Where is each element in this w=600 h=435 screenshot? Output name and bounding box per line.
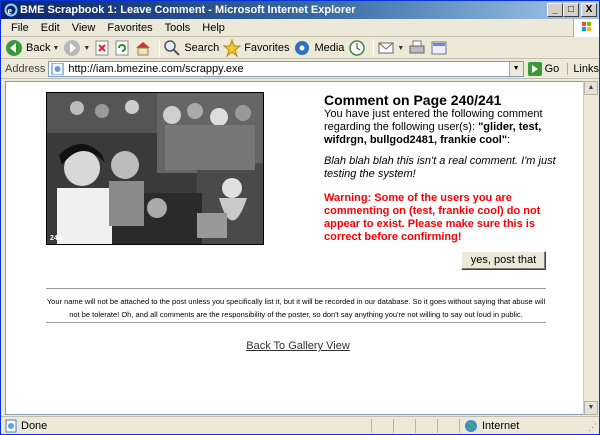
close-button[interactable]: X — [581, 3, 597, 17]
page-icon — [51, 62, 64, 75]
stop-button[interactable] — [94, 38, 110, 58]
divider-top — [46, 288, 546, 289]
toolbar-divider — [373, 39, 375, 57]
edit-page-icon — [431, 41, 447, 55]
page-icon — [5, 419, 17, 432]
page-heading: Comment on Page 240/241 — [324, 92, 502, 108]
vertical-scrollbar[interactable]: ▲ ▼ — [583, 81, 598, 415]
standard-toolbar: Back ▼ ▼ Search Favorites Media ▼ — [1, 38, 599, 59]
refresh-button[interactable] — [114, 38, 130, 58]
zone-label: Internet — [482, 419, 520, 432]
media-icon — [295, 41, 310, 55]
star-icon — [223, 39, 242, 57]
menu-favorites[interactable]: Favorites — [101, 20, 158, 36]
chevron-down-icon: ▼ — [397, 44, 405, 52]
warning-message: Warning: Some of the users you are comme… — [324, 192, 541, 243]
links-button[interactable]: Links — [567, 62, 599, 75]
favorites-label: Favorites — [244, 42, 290, 54]
media-button[interactable]: Media — [293, 38, 344, 58]
print-icon — [409, 40, 425, 54]
scroll-down-icon[interactable]: ▼ — [584, 401, 598, 415]
status-cell — [371, 418, 393, 433]
search-label: Search — [184, 42, 220, 54]
intro-colon: : — [507, 134, 511, 146]
go-button[interactable]: Go — [527, 61, 560, 76]
windows-logo-icon — [573, 19, 599, 37]
menu-tools[interactable]: Tools — [159, 20, 197, 36]
search-icon — [164, 40, 181, 56]
maximize-button[interactable]: □ — [563, 3, 579, 17]
svg-text:e: e — [8, 6, 13, 17]
photo-page-number: 240 — [50, 235, 62, 242]
print-button[interactable] — [408, 38, 426, 58]
status-cell — [393, 418, 415, 433]
photo-collage-image — [47, 93, 263, 244]
toolbar-divider — [159, 39, 161, 57]
ie-logo-icon: e — [4, 3, 18, 17]
intro-text: You have just entered the following comm… — [324, 108, 564, 147]
mail-icon — [378, 42, 394, 54]
minimize-button[interactable]: _ — [547, 3, 563, 17]
home-button[interactable] — [134, 38, 152, 58]
go-label: Go — [544, 62, 560, 75]
address-input[interactable]: http://iam.bmezine.com/scrappy.exe ▼ — [48, 60, 524, 77]
history-button[interactable] — [348, 38, 366, 58]
title-bar: e BME Scrapbook 1: Leave Comment - Micro… — [1, 1, 599, 19]
scrapbook-photo: 240 — [46, 92, 264, 245]
history-icon — [349, 40, 366, 56]
confirm-post-button[interactable]: yes, post that — [461, 251, 546, 270]
forward-button[interactable]: ▼ — [63, 38, 90, 58]
address-url: http://iam.bmezine.com/scrappy.exe — [68, 62, 244, 75]
comment-text: Blah blah blah this isn't a real comment… — [324, 155, 556, 180]
favorites-button[interactable]: Favorites — [223, 38, 289, 58]
back-button[interactable]: Back ▼ — [5, 38, 59, 58]
status-done: Done — [1, 419, 371, 433]
globe-icon — [465, 419, 477, 432]
status-bar: Done Internet ⋰ — [1, 416, 599, 434]
search-button[interactable]: Search — [163, 38, 219, 58]
edit-button[interactable] — [430, 38, 448, 58]
security-zone[interactable]: Internet — [459, 418, 520, 433]
menu-file[interactable]: File — [5, 20, 35, 36]
mail-button[interactable]: ▼ — [377, 38, 404, 58]
resize-grip-icon[interactable]: ⋰ — [588, 422, 597, 433]
menu-view[interactable]: View — [66, 20, 102, 36]
go-arrow-icon — [527, 61, 542, 76]
chevron-down-icon: ▼ — [52, 44, 60, 52]
back-arrow-icon — [6, 40, 22, 56]
browser-window: e BME Scrapbook 1: Leave Comment - Micro… — [0, 0, 600, 435]
stop-icon — [95, 40, 109, 56]
refresh-icon — [115, 40, 129, 56]
media-label: Media — [314, 42, 345, 54]
chevron-down-icon[interactable]: ▼ — [508, 61, 523, 76]
status-cell — [415, 418, 437, 433]
home-icon — [136, 42, 151, 56]
window-title: BME Scrapbook 1: Leave Comment - Microso… — [20, 4, 356, 16]
divider-bottom — [46, 322, 546, 323]
address-bar: Address http://iam.bmezine.com/scrappy.e… — [1, 59, 599, 79]
menu-help[interactable]: Help — [196, 20, 231, 36]
status-cell — [437, 418, 459, 433]
chevron-down-icon: ▼ — [83, 44, 91, 52]
privacy-notice: Your name will not be attached to the po… — [46, 297, 546, 319]
back-label: Back — [26, 42, 51, 54]
status-text: Done — [21, 419, 48, 432]
menu-edit[interactable]: Edit — [35, 20, 66, 36]
forward-arrow-icon — [64, 40, 81, 56]
address-label: Address — [5, 62, 46, 75]
menu-bar: File Edit View Favorites Tools Help — [1, 19, 599, 37]
page-content: 240 Comment on Page 240/241 You have jus… — [5, 81, 589, 415]
back-to-gallery-link[interactable]: Back To Gallery View — [6, 340, 590, 352]
scroll-up-icon[interactable]: ▲ — [584, 81, 598, 95]
